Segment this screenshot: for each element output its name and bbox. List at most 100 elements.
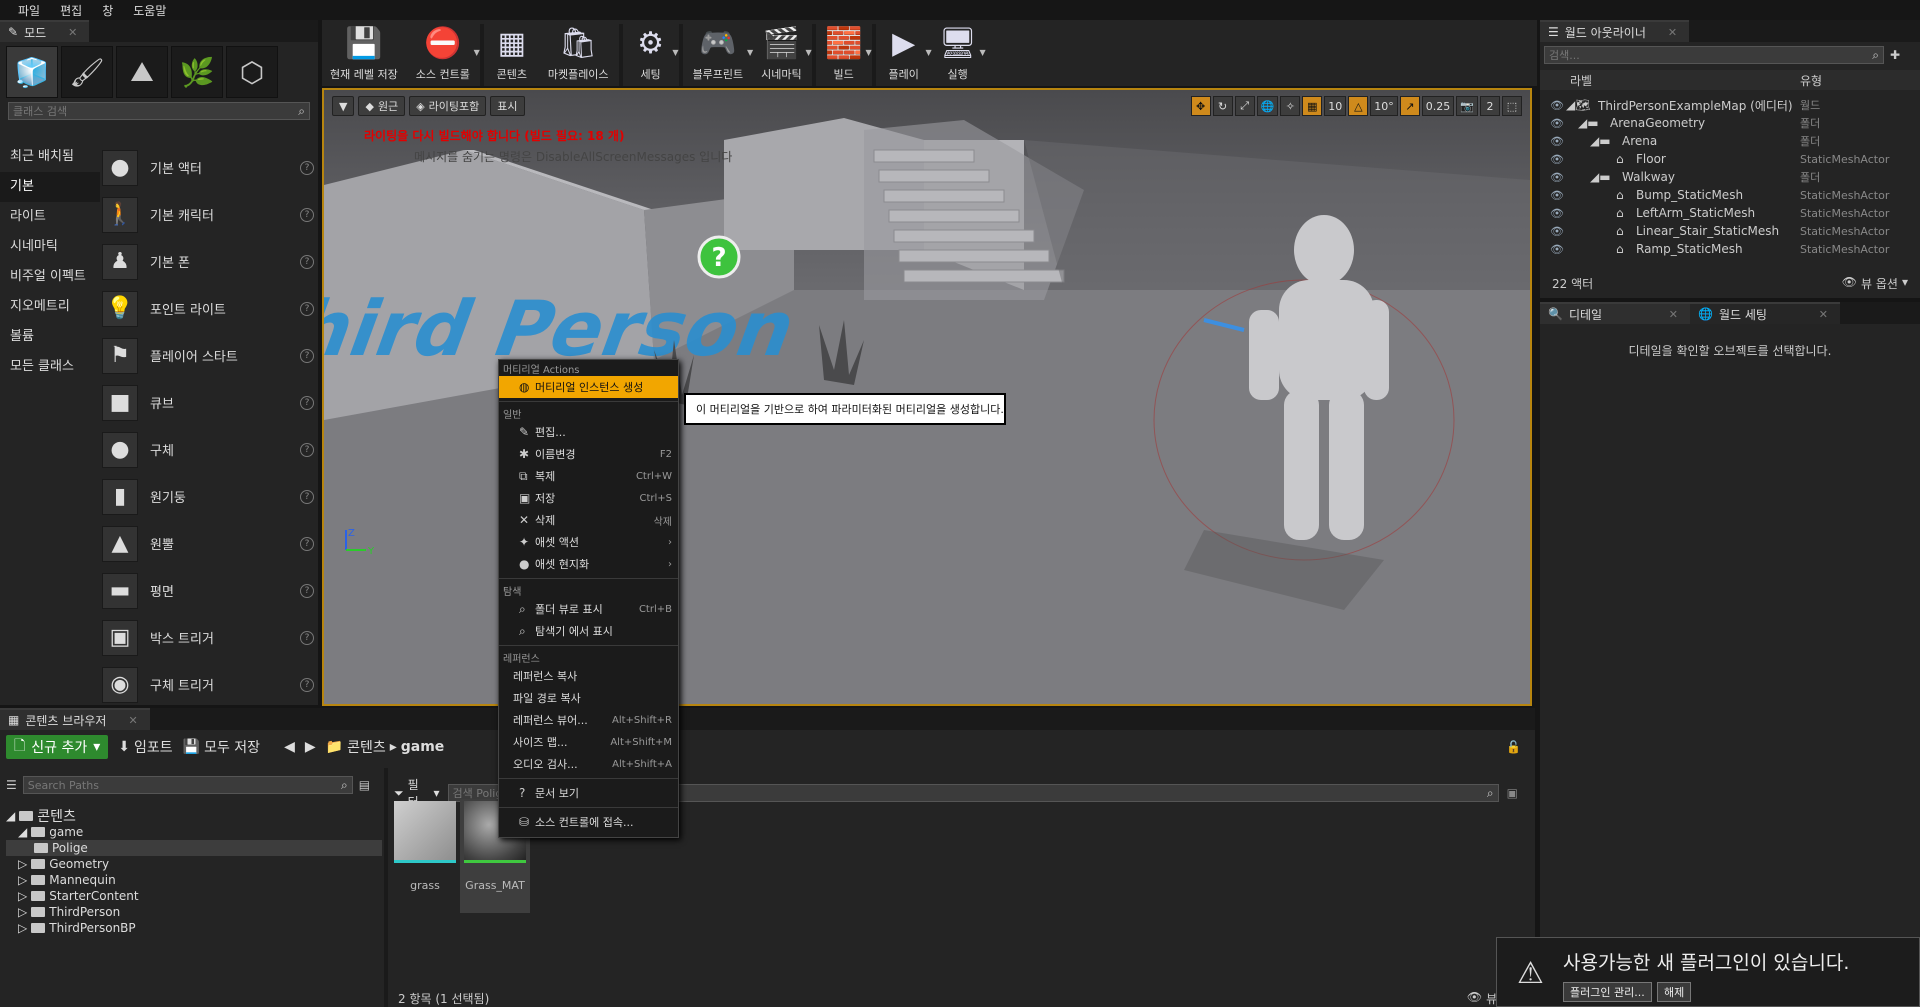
rotation-snap-value[interactable]: 10° bbox=[1370, 96, 1398, 116]
marketplace-button[interactable]: 🛍 마켓플레이스 bbox=[540, 24, 617, 86]
cinematics-button[interactable]: 🎬 시네마틱 ▼ bbox=[753, 24, 812, 86]
eye-icon[interactable]: 👁 bbox=[1550, 243, 1564, 256]
reference-viewer-item[interactable]: 레퍼런스 뷰어... Alt+Shift+R bbox=[499, 709, 678, 731]
manage-plugins-button[interactable]: 플러그인 관리... bbox=[1563, 982, 1652, 1002]
eye-icon[interactable]: 👁 bbox=[1550, 153, 1564, 166]
world-space-icon[interactable]: 🌐 bbox=[1256, 96, 1279, 116]
list-item[interactable]: 💡 포인트 라이트? bbox=[102, 285, 314, 332]
help-icon[interactable]: ? bbox=[300, 442, 314, 457]
add-filter-icon[interactable]: ✚ bbox=[1890, 48, 1900, 62]
tree-item[interactable]: ▷ StarterContent bbox=[6, 888, 382, 904]
help-icon[interactable]: ? bbox=[300, 583, 314, 598]
size-map-item[interactable]: 사이즈 맵... Alt+Shift+M bbox=[499, 731, 678, 753]
table-row[interactable]: 👁 ⌂ Linear_Stair_StaticMesh StaticMeshActor bbox=[1540, 222, 1920, 240]
scale-snap-value[interactable]: 0.25 bbox=[1421, 96, 1455, 116]
rename-menu-item[interactable]: ✱ 이름변경 F2 bbox=[499, 443, 678, 465]
category-all-classes[interactable]: 모든 클래스 bbox=[0, 352, 100, 382]
add-new-button[interactable]: 🗋 신규 추가 ▾ bbox=[6, 735, 109, 759]
chevron-down-icon[interactable]: ▼ bbox=[806, 48, 812, 57]
delete-menu-item[interactable]: ✕ 삭제 삭제 bbox=[499, 509, 678, 531]
chevron-down-icon[interactable]: ▼ bbox=[474, 48, 480, 57]
create-material-instance-item[interactable]: ◍ 머티리얼 인스턴스 생성 bbox=[499, 376, 678, 398]
translate-icon[interactable]: ✥ bbox=[1190, 96, 1211, 116]
connect-source-control-item[interactable]: ⛁ 소스 컨트롤에 접속... bbox=[499, 811, 678, 833]
table-row[interactable]: 👁 ◢▬ Arena 폴더 bbox=[1540, 132, 1920, 150]
close-icon[interactable]: ✕ bbox=[1669, 308, 1678, 321]
tree-item[interactable]: ◢ 콘텐츠 bbox=[6, 808, 382, 825]
help-icon[interactable]: ? bbox=[300, 254, 314, 269]
chevron-down-icon[interactable]: ▼ bbox=[866, 48, 872, 57]
settings-button[interactable]: ⚙ 세팅 ▼ bbox=[625, 24, 678, 86]
list-item[interactable]: ■ 큐브? bbox=[102, 379, 314, 426]
category-visual-effects[interactable]: 비주얼 이펙트 bbox=[0, 262, 100, 292]
view-documentation-item[interactable]: ? 문서 보기 bbox=[499, 782, 678, 804]
play-button[interactable]: ▶ 플레이 ▼ bbox=[878, 24, 931, 86]
menu-window[interactable]: 창 bbox=[92, 2, 123, 19]
menu-edit[interactable]: 편집 bbox=[50, 2, 92, 19]
breadcrumb-current[interactable]: game bbox=[401, 739, 445, 755]
list-item[interactable]: ▣ 박스 트리거? bbox=[102, 614, 314, 661]
save-all-button[interactable]: 💾 모두 저장 bbox=[183, 737, 260, 757]
camera-speed-value[interactable]: 2 bbox=[1480, 96, 1500, 116]
list-item[interactable]: ▲ 원뿔? bbox=[102, 520, 314, 567]
help-icon[interactable]: ? bbox=[300, 395, 314, 410]
category-recent[interactable]: 최근 배치됨 bbox=[0, 142, 100, 172]
list-item[interactable]: 🚶 기본 캐릭터? bbox=[102, 191, 314, 238]
show-in-folder-view-item[interactable]: ⌕ 폴더 뷰로 표시 Ctrl+B bbox=[499, 598, 678, 620]
view-list-icon[interactable]: ▤ bbox=[359, 778, 370, 792]
forward-button[interactable]: ▶ bbox=[305, 739, 316, 755]
scale-icon[interactable]: ⤢ bbox=[1234, 96, 1255, 116]
help-icon[interactable]: ? bbox=[300, 348, 314, 363]
copy-reference-item[interactable]: 레퍼런스 복사 bbox=[499, 665, 678, 687]
category-volumes[interactable]: 볼륨 bbox=[0, 322, 100, 352]
paint-mode-icon[interactable]: 🖌 bbox=[61, 46, 113, 98]
label-column-header[interactable]: 라벨 bbox=[1570, 72, 1592, 89]
close-icon[interactable]: ✕ bbox=[68, 26, 77, 39]
sources-toggle-icon[interactable]: ☰ bbox=[6, 778, 17, 792]
maximize-viewport-icon[interactable]: ⬚ bbox=[1502, 96, 1522, 116]
list-item[interactable]: ● 구체? bbox=[102, 426, 314, 473]
eye-icon[interactable]: 👁 bbox=[1550, 99, 1564, 112]
rotate-icon[interactable]: ↻ bbox=[1212, 96, 1233, 116]
viewport-menu-button[interactable]: ▼ bbox=[332, 96, 355, 116]
outliner-search-input[interactable]: 검색... ⌕ bbox=[1544, 46, 1884, 64]
type-column-header[interactable]: 유형 bbox=[1800, 72, 1822, 89]
help-icon[interactable]: ? bbox=[300, 207, 314, 222]
geometry-mode-icon[interactable]: ⬡ bbox=[226, 46, 278, 98]
rotation-snap-icon[interactable]: △ bbox=[1348, 96, 1369, 116]
category-basic[interactable]: 기본 bbox=[0, 172, 100, 202]
foliage-mode-icon[interactable]: 🌿 bbox=[171, 46, 223, 98]
tree-item[interactable]: ▷ ThirdPersonBP bbox=[6, 920, 382, 936]
category-lights[interactable]: 라이트 bbox=[0, 202, 100, 232]
grid-snap-value[interactable]: 10 bbox=[1324, 96, 1347, 116]
save-search-icon[interactable]: ▣ bbox=[1507, 786, 1518, 800]
surface-snap-icon[interactable]: ✧ bbox=[1280, 96, 1301, 116]
category-cinematic[interactable]: 시네마틱 bbox=[0, 232, 100, 262]
table-row[interactable]: 👁 ◢▬ Walkway 폴더 bbox=[1540, 168, 1920, 186]
dismiss-button[interactable]: 해제 bbox=[1657, 982, 1692, 1002]
outliner-tab[interactable]: ☰ 월드 아웃라이너 ✕ bbox=[1540, 20, 1690, 42]
class-search-input[interactable]: 클래스 검색 ⌕ bbox=[8, 102, 310, 120]
tree-item[interactable]: ▷ Geometry bbox=[6, 856, 382, 872]
launch-button[interactable]: 🖥 실행 ▼ bbox=[932, 24, 986, 86]
grid-snap-icon[interactable]: ▦ bbox=[1302, 96, 1323, 116]
back-button[interactable]: ◀ bbox=[284, 739, 295, 755]
tree-item[interactable]: ◢ game bbox=[6, 824, 382, 840]
list-item[interactable]: ● 기본 액터? bbox=[102, 144, 314, 191]
table-row[interactable]: 👁 ◢▬ ArenaGeometry 폴더 bbox=[1540, 114, 1920, 132]
list-item[interactable]: ◉ 구체 트리거? bbox=[102, 661, 314, 708]
asset-tile-grass[interactable]: grass bbox=[393, 801, 457, 892]
list-item[interactable]: ⚑ 플레이어 스타트? bbox=[102, 332, 314, 379]
tab-details[interactable]: 🔍 디테일 ✕ bbox=[1540, 302, 1690, 324]
show-in-explorer-item[interactable]: ⌕ 탐색기 에서 표시 bbox=[499, 620, 678, 642]
place-mode-icon[interactable]: 🧊 bbox=[6, 46, 58, 98]
category-geometry[interactable]: 지오메트리 bbox=[0, 292, 100, 322]
asset-actions-menu-item[interactable]: ✦ 애셋 액션 › bbox=[499, 531, 678, 553]
help-icon[interactable]: ? bbox=[300, 677, 314, 692]
help-icon[interactable]: ? bbox=[300, 301, 314, 316]
edit-menu-item[interactable]: ✎ 편집... bbox=[499, 421, 678, 443]
list-item[interactable]: ▮ 원기둥? bbox=[102, 473, 314, 520]
help-icon[interactable]: ? bbox=[300, 160, 314, 175]
save-menu-item[interactable]: ▣ 저장 Ctrl+S bbox=[499, 487, 678, 509]
perspective-button[interactable]: ◆ 원근 bbox=[358, 96, 406, 116]
